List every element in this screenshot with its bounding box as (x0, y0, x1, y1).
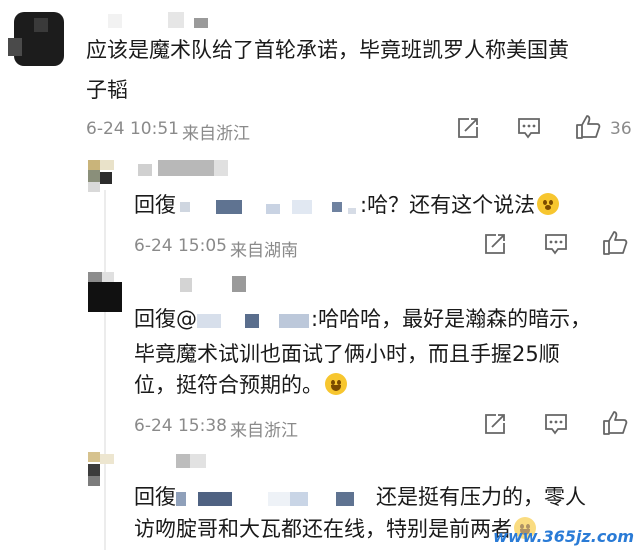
reply-location: 来自浙江 (230, 421, 298, 441)
thumbs-up-icon[interactable] (601, 410, 629, 436)
share-icon[interactable] (482, 412, 508, 436)
username[interactable] (138, 158, 238, 178)
reply-prefix: 回復 (134, 485, 176, 509)
avatar[interactable] (88, 272, 128, 314)
reply-location: 来自湖南 (230, 241, 298, 261)
comment-text-line1: 应该是魔术队给了首轮承诺，毕竟班凯罗人称美国黄 (86, 38, 569, 62)
reply-prefix: 回復 (134, 193, 176, 217)
mention-blur[interactable] (197, 312, 311, 328)
avatar[interactable] (88, 160, 128, 194)
reply-body: :哈哈哈，最好是瀚森的暗示， (311, 307, 592, 331)
reply-text-line2: 毕竟魔术试训也面试了俩小时，而且手握25顺 (134, 342, 560, 366)
username[interactable] (140, 274, 260, 294)
avatar[interactable] (88, 452, 128, 488)
reply-timestamp: 6-24 15:05 (134, 236, 227, 256)
reply-body: 位，挺符合预期的。 (134, 373, 323, 397)
emoji-icon (537, 193, 560, 215)
comment-icon[interactable] (543, 412, 569, 436)
comment-location: 来自浙江 (182, 124, 250, 144)
reply-prefix: 回復@ (134, 307, 197, 331)
mention-blur[interactable] (176, 198, 360, 214)
comment-timestamp: 6-24 10:51 (86, 119, 179, 139)
reply-text-line3: 位，挺符合预期的。 (134, 368, 347, 402)
thumbs-up-icon[interactable] (601, 230, 629, 256)
share-icon[interactable] (482, 232, 508, 256)
comment-text-line2: 子韬 (86, 78, 128, 102)
username[interactable] (176, 452, 236, 472)
reply-text: 回復 :哈？还有这个说法 (134, 188, 560, 222)
username[interactable] (108, 10, 228, 30)
like-count: 36 (610, 119, 632, 139)
reply-text-line2: 访吻腚哥和大瓦都还在线，特别是前两者 (134, 512, 536, 546)
reply-body: :哈？还有这个说法 (360, 193, 536, 217)
watermark: www.365jz.com (493, 527, 634, 546)
comment-icon[interactable] (516, 116, 542, 140)
reply-timestamp: 6-24 15:38 (134, 416, 227, 436)
avatar[interactable] (8, 8, 70, 70)
reply-text-line1: 回復 还是挺有压力的，零人 (134, 480, 586, 514)
reply-text-line1: 回復@ :哈哈哈，最好是瀚森的暗示， (134, 302, 591, 336)
emoji-icon (325, 373, 347, 395)
reply-body: 还是挺有压力的，零人 (376, 485, 586, 509)
share-icon[interactable] (455, 116, 481, 140)
thread-line (104, 190, 106, 550)
comment-icon[interactable] (543, 232, 569, 256)
reply-body: 访吻腚哥和大瓦都还在线，特别是前两者 (134, 517, 512, 541)
thumbs-up-icon[interactable] (574, 114, 602, 140)
mention-blur[interactable] (176, 490, 376, 506)
